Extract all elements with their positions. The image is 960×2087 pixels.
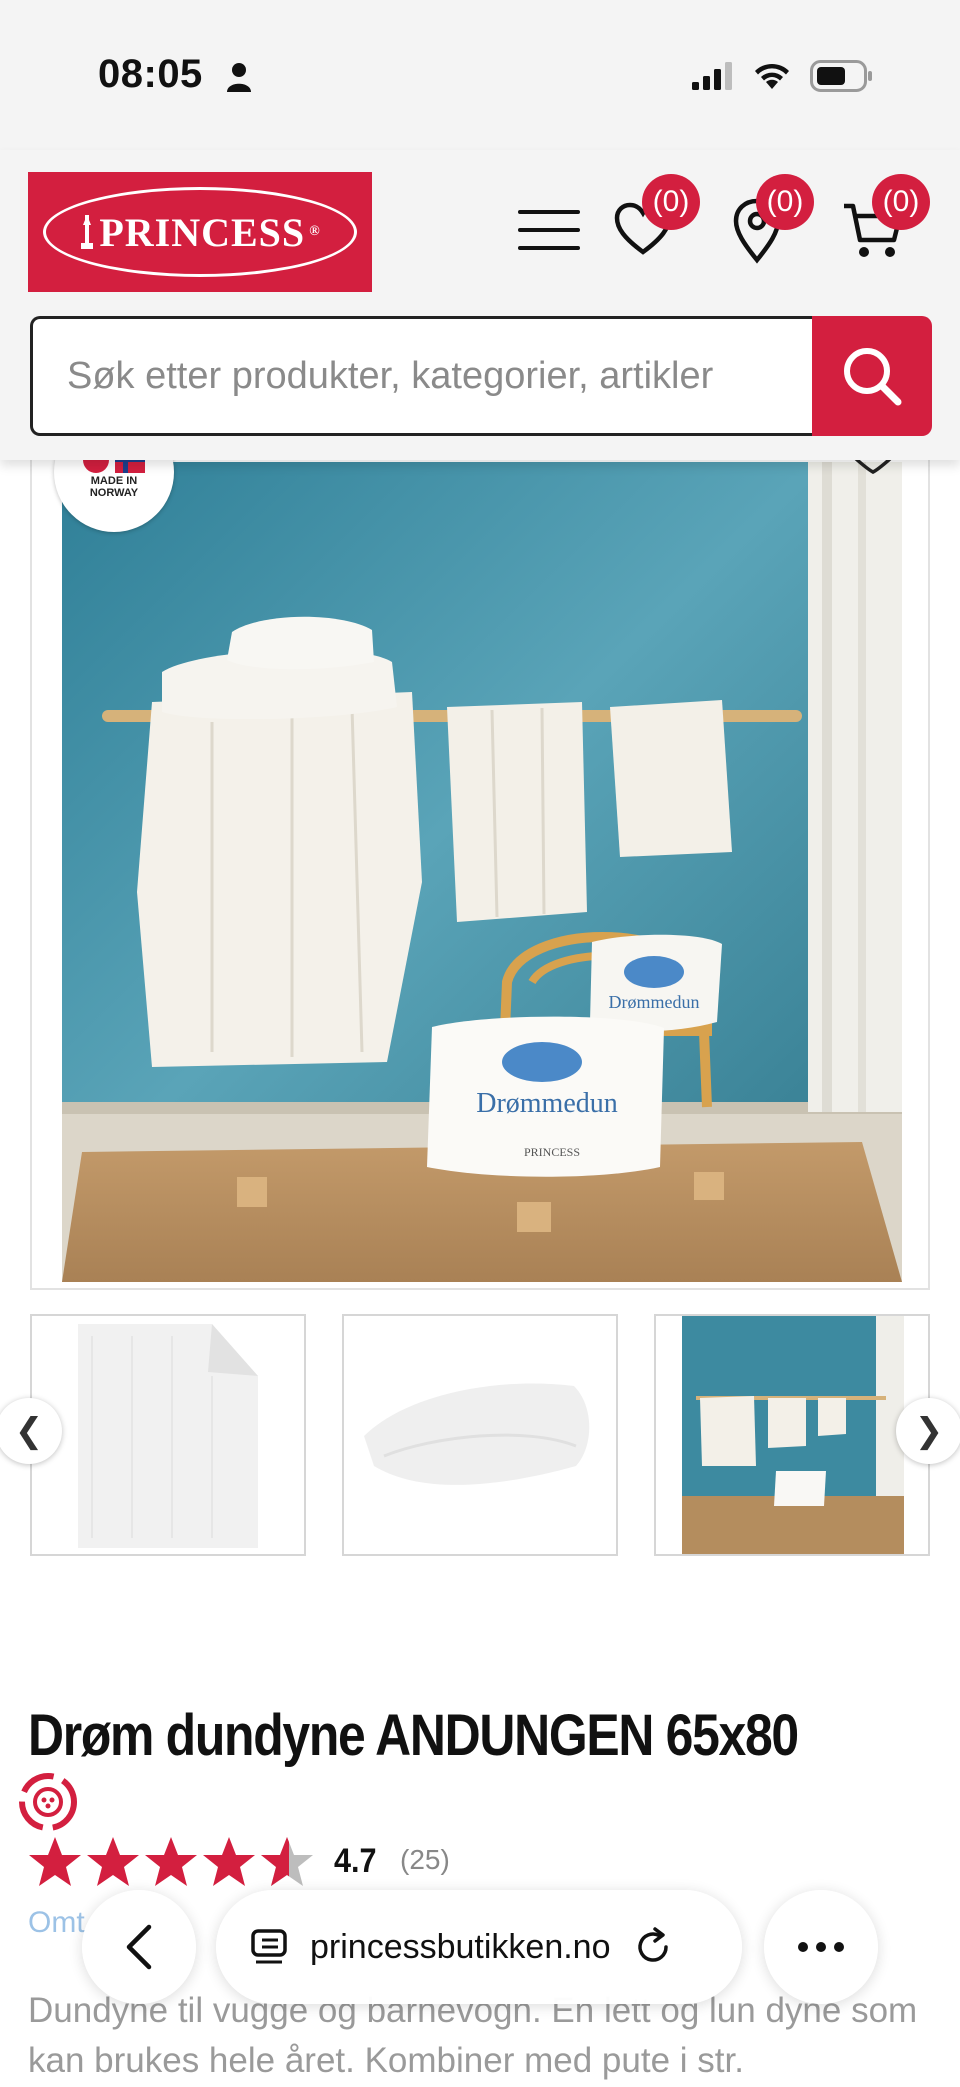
store-count-badge: (0) <box>756 174 814 230</box>
wishlist-count-badge: (0) <box>642 174 700 230</box>
rating-value: 4.7 <box>334 1842 377 1880</box>
half-star-icon <box>261 1837 313 1886</box>
person-icon <box>227 63 251 92</box>
rating-count[interactable]: (25) <box>400 1844 450 1876</box>
status-time: 08:05 <box>98 52 203 96</box>
star-icon <box>87 1837 139 1886</box>
browser-back-button[interactable] <box>82 1890 196 2004</box>
big-pillow-brand: Drømmedun <box>476 1088 618 1119</box>
hamburger-menu-icon[interactable] <box>518 208 580 252</box>
ellipsis-icon <box>798 1942 844 1952</box>
status-bar: 08:05 <box>0 0 960 150</box>
signal-icon <box>692 62 732 90</box>
site-header: PRINCESS ® (0) (0) (0) <box>0 150 960 460</box>
search-bar <box>30 316 932 436</box>
logo-crown-icon <box>81 215 94 249</box>
gallery-next-button[interactable]: ❯ <box>896 1398 960 1464</box>
search-input[interactable] <box>30 316 816 436</box>
star-icon <box>29 1837 81 1886</box>
review-widget-icon[interactable] <box>14 1768 82 1836</box>
wifi-icon <box>755 63 789 89</box>
star-icon <box>203 1837 255 1886</box>
browser-url-bar[interactable]: princessbutikken.no <box>216 1890 742 2004</box>
thumbnail-2[interactable] <box>342 1314 618 1556</box>
logo-registered-mark: ® <box>309 224 321 239</box>
product-title: Drøm dundyne ANDUNGEN 65x80 <box>28 1703 799 1768</box>
reviews-link[interactable]: Omt <box>28 1906 85 1940</box>
thumbnail-1-image <box>32 1316 304 1554</box>
rating-stars <box>28 1836 314 1888</box>
star-icon <box>145 1837 197 1886</box>
big-pillow-maker: PRINCESS <box>524 1145 580 1159</box>
thumbnail-1[interactable] <box>30 1314 306 1556</box>
reload-icon[interactable] <box>633 1927 673 1967</box>
thumbnail-3-image <box>656 1316 928 1554</box>
browser-more-button[interactable] <box>764 1890 878 2004</box>
status-icons <box>692 58 874 94</box>
browser-url-text: princessbutikken.no <box>310 1927 611 1966</box>
room-scene: Drømmedun Drømmedun PRINCESS <box>62 462 902 1282</box>
princess-logo[interactable]: PRINCESS ® <box>28 172 372 292</box>
battery-icon <box>810 60 872 92</box>
logo-oval: PRINCESS ® <box>43 187 357 277</box>
main-product-image-frame: Drømmedun Drømmedun PRINCESS <box>30 440 930 1290</box>
thumbnail-2-image <box>344 1316 616 1554</box>
logo-text: PRINCESS <box>99 209 306 255</box>
thumbnail-3[interactable] <box>654 1314 930 1556</box>
small-pillow-brand: Drømmedun <box>609 992 700 1012</box>
page-tabs-icon <box>251 1929 287 1964</box>
badge-line-2: NORWAY <box>89 487 139 499</box>
main-product-image[interactable]: Drømmedun Drømmedun PRINCESS <box>62 462 902 1282</box>
search-button[interactable] <box>812 316 932 436</box>
cart-count-badge: (0) <box>872 174 930 230</box>
chevron-left-icon <box>126 1924 152 1970</box>
badge-line-1: MADE IN <box>90 475 138 487</box>
search-icon <box>844 348 902 406</box>
